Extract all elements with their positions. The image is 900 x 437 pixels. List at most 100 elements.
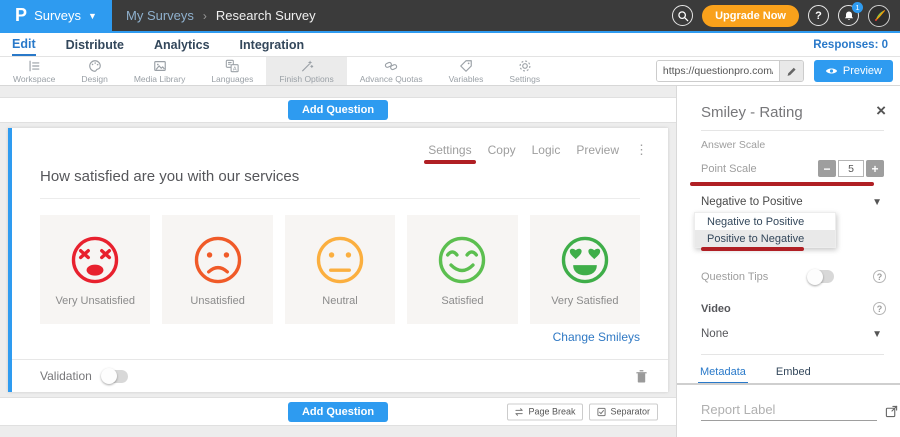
add-question-band-bottom: Add Question Page Break Separator	[0, 397, 676, 426]
surveys-product-menu[interactable]: P Surveys ▼	[0, 0, 112, 31]
upgrade-now-button[interactable]: Upgrade Now	[702, 5, 799, 27]
heart-eyes-face-icon	[558, 233, 612, 287]
chevron-down-icon: ▼	[872, 329, 882, 340]
questionpro-logo: P	[15, 5, 27, 26]
point-scale-stepper: − 5 +	[818, 160, 884, 177]
question-tab-copy[interactable]: Copy	[488, 143, 516, 157]
change-smileys-link[interactable]: Change Smileys	[40, 330, 640, 344]
toggle-knob	[101, 368, 117, 384]
toolbar-label: Finish Options	[279, 74, 333, 84]
question-tips-toggle[interactable]	[808, 270, 834, 283]
toolbar-label: Workspace	[13, 74, 55, 84]
toolbar-item-finish-options[interactable]: Finish Options	[266, 57, 346, 85]
edit-url-button[interactable]	[779, 61, 803, 81]
page-break-label: Page Break	[528, 407, 575, 417]
smiley-option-satisfied[interactable]: Satisfied	[407, 215, 517, 324]
survey-url-input[interactable]	[657, 61, 779, 81]
pencil-icon	[786, 66, 797, 77]
help-button[interactable]: ?	[808, 5, 829, 26]
report-label-row	[701, 400, 888, 421]
video-select-value: None	[701, 328, 729, 340]
smiley-option-unsatisfied[interactable]: Unsatisfied	[162, 215, 272, 324]
notification-badge: 1	[852, 2, 863, 13]
breadcrumb: My Surveys › Research Survey	[126, 8, 316, 23]
smiley-option-very-unsatisfied[interactable]: Very Unsatisfied	[40, 215, 150, 324]
nav-tab-edit[interactable]: Edit	[12, 33, 36, 56]
expand-report-label-button[interactable]	[885, 405, 898, 421]
header-actions: Upgrade Now ? 1	[672, 5, 900, 27]
chevron-right-icon: ›	[203, 9, 207, 23]
kebab-menu-icon[interactable]: ⋮	[635, 142, 648, 158]
question-tab-preview[interactable]: Preview	[576, 143, 619, 157]
add-question-band-top: Add Question	[0, 97, 676, 123]
design-icon	[88, 59, 102, 73]
toolbar-item-media-library[interactable]: Media Library	[121, 57, 199, 85]
question-tab-settings[interactable]: Settings	[428, 143, 471, 157]
tab-metadata[interactable]: Metadata	[698, 363, 748, 384]
advance-quotas-icon	[384, 59, 398, 73]
separator-button[interactable]: Separator	[589, 403, 658, 420]
option-negative-to-positive[interactable]: Negative to Positive	[695, 213, 835, 230]
search-button[interactable]	[672, 5, 693, 26]
notifications-button[interactable]: 1	[838, 5, 859, 26]
toolbar-item-settings[interactable]: Settings	[496, 57, 553, 85]
tab-embed[interactable]: Embed	[774, 363, 813, 384]
breadcrumb-my-surveys[interactable]: My Surveys	[126, 8, 194, 23]
toolbar-label: Variables	[449, 74, 484, 84]
add-question-button-bottom[interactable]: Add Question	[288, 402, 388, 422]
survey-url-box	[656, 60, 804, 82]
question-card: Settings Copy Logic Preview ⋮ How satisf…	[8, 128, 668, 392]
toolbar-item-design[interactable]: Design	[68, 57, 120, 85]
smiley-label: Very Unsatisfied	[55, 295, 134, 307]
breadcrumb-current-survey: Research Survey	[216, 8, 316, 23]
question-tips-help-icon[interactable]: ?	[873, 270, 886, 283]
crying-face-icon	[68, 233, 122, 287]
neutral-face-icon	[313, 233, 367, 287]
responses-count[interactable]: Responses: 0	[813, 39, 888, 51]
delete-question-button[interactable]	[635, 369, 648, 384]
question-tab-logic[interactable]: Logic	[532, 143, 561, 157]
question-title[interactable]: How satisfied are you with our services	[40, 168, 640, 199]
divider	[701, 130, 884, 131]
expand-icon	[885, 405, 898, 418]
toolbar-label: Media Library	[134, 74, 186, 84]
toolbar-item-workspace[interactable]: Workspace	[0, 57, 68, 85]
avatar[interactable]	[868, 5, 890, 27]
report-label-input[interactable]	[701, 400, 877, 421]
svg-text:A: A	[233, 66, 237, 72]
smiley-scale: Very Unsatisfied Unsatisfied	[40, 215, 640, 324]
eye-icon	[825, 66, 838, 76]
page-break-button[interactable]: Page Break	[507, 403, 583, 420]
decrease-scale-button[interactable]: −	[818, 160, 836, 177]
toggle-knob	[807, 269, 823, 285]
video-help-icon[interactable]: ?	[873, 302, 886, 315]
question-tips-label: Question Tips	[701, 271, 768, 283]
point-scale-value: 5	[838, 160, 864, 177]
panel-title: Smiley - Rating	[701, 104, 803, 121]
question-tabs: Settings Copy Logic Preview ⋮	[12, 128, 668, 158]
increase-scale-button[interactable]: +	[866, 160, 884, 177]
validation-row: Validation	[12, 359, 668, 392]
close-icon[interactable]: ×	[876, 101, 886, 121]
validation-toggle[interactable]	[102, 370, 128, 383]
smiley-option-very-satisfied[interactable]: Very Satisfied	[530, 215, 640, 324]
toolbar-item-languages[interactable]: A Languages	[198, 57, 266, 85]
video-select[interactable]: None ▼	[701, 328, 882, 340]
smiley-label: Satisfied	[441, 295, 483, 307]
preview-button[interactable]: Preview	[814, 60, 893, 82]
point-scale-row: Point Scale − 5 +	[701, 160, 884, 177]
search-icon	[677, 10, 689, 22]
nav-tab-analytics[interactable]: Analytics	[154, 33, 210, 56]
point-scale-label: Point Scale	[701, 163, 757, 175]
smiley-option-neutral[interactable]: Neutral	[285, 215, 395, 324]
toolbar-item-variables[interactable]: Variables	[436, 57, 497, 85]
scale-direction-select[interactable]: Negative to Positive ▼	[701, 196, 882, 208]
option-positive-to-negative[interactable]: Positive to Negative	[695, 230, 835, 247]
toolbar-item-advance-quotas[interactable]: Advance Quotas	[347, 57, 436, 85]
nav-tab-integration[interactable]: Integration	[240, 33, 305, 56]
nav-tab-distribute[interactable]: Distribute	[66, 33, 124, 56]
add-question-button-top[interactable]: Add Question	[288, 100, 388, 120]
smiley-label: Neutral	[322, 295, 357, 307]
frown-face-icon	[191, 233, 245, 287]
questionpro-app: P Surveys ▼ My Surveys › Research Survey…	[0, 0, 900, 437]
